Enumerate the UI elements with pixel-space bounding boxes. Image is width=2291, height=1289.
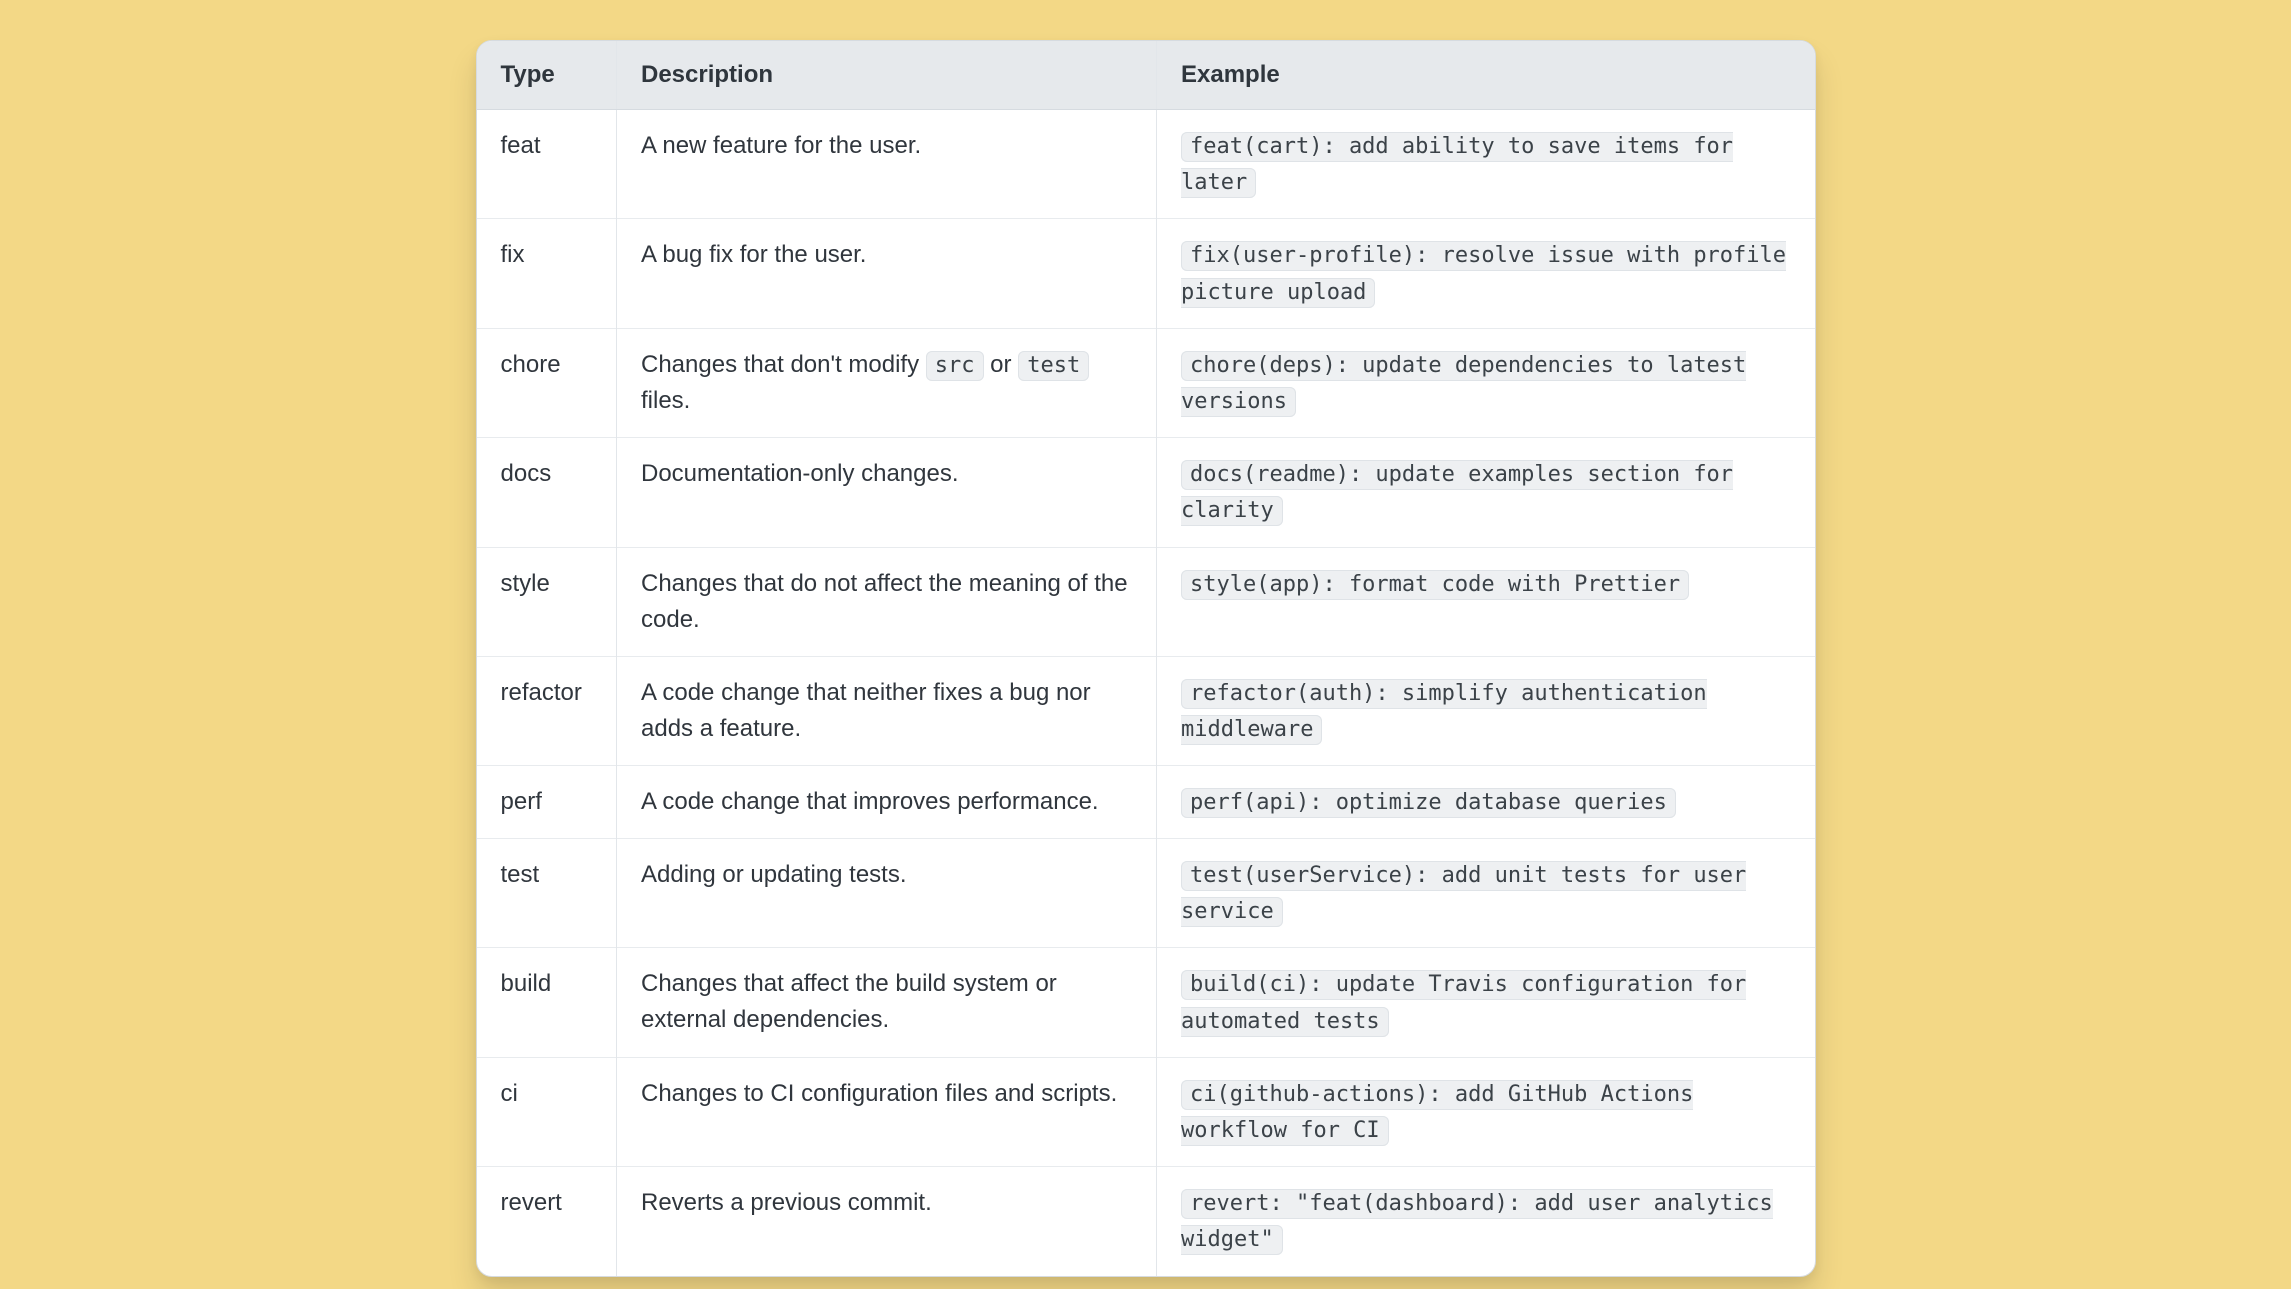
table-row: fix A bug fix for the user. fix(user-profi… xyxy=(477,219,1815,328)
header-example: Example xyxy=(1157,41,1815,110)
description-text: Changes that do not affect the meaning o… xyxy=(641,570,1128,633)
table-header-row: Type Description Example xyxy=(477,41,1815,110)
table-row: refactor A code change that neither fixes… xyxy=(477,656,1815,765)
description-fragment: Changes that affect the build system or … xyxy=(641,970,1057,1033)
example-code: feat(cart): add ability to save items fo… xyxy=(1181,132,1733,198)
description-fragment: Documentation-only changes. xyxy=(641,460,959,487)
inline-code: test xyxy=(1018,351,1089,381)
cell-type: docs xyxy=(477,438,617,547)
cell-description: A code change that improves performance. xyxy=(617,765,1157,838)
description-fragment: or xyxy=(984,351,1019,378)
cell-example: revert: "feat(dashboard): add user analy… xyxy=(1157,1167,1815,1276)
cell-example: test(userService): add unit tests for us… xyxy=(1157,839,1815,948)
example-code: ci(github-actions): add GitHub Actions w… xyxy=(1181,1080,1693,1146)
table-row: ci Changes to CI configuration files and … xyxy=(477,1057,1815,1166)
example-code: fix(user-profile): resolve issue with pr… xyxy=(1181,241,1786,307)
example-code: refactor(auth): simplify authentication … xyxy=(1181,679,1707,745)
table-row: perf A code change that improves performa… xyxy=(477,765,1815,838)
table-row: feat A new feature for the user. feat(cart… xyxy=(477,110,1815,219)
cell-description: Changes that don't modify src or test fi… xyxy=(617,328,1157,437)
description-fragment: A bug fix for the user. xyxy=(641,241,866,268)
description-fragment: A code change that improves performance. xyxy=(641,788,1099,815)
table-row: build Changes that affect the build syste… xyxy=(477,948,1815,1057)
table-row: chore Changes that don't modify src or te… xyxy=(477,328,1815,437)
commit-types-table: Type Description Example feat A new featu… xyxy=(477,41,1815,1276)
header-description: Description xyxy=(617,41,1157,110)
description-text: A bug fix for the user. xyxy=(641,241,866,268)
description-text: Changes that don't modify src or test fi… xyxy=(641,351,1089,414)
example-code: build(ci): update Travis configuration f… xyxy=(1181,970,1746,1036)
cell-example: build(ci): update Travis configuration f… xyxy=(1157,948,1815,1057)
cell-type: fix xyxy=(477,219,617,328)
description-fragment: A new feature for the user. xyxy=(641,132,921,159)
cell-example: docs(readme): update examples section fo… xyxy=(1157,438,1815,547)
description-text: A new feature for the user. xyxy=(641,132,921,159)
cell-type: revert xyxy=(477,1167,617,1276)
description-fragment: Changes that do not affect the meaning o… xyxy=(641,570,1128,633)
cell-type: chore xyxy=(477,328,617,437)
example-code: perf(api): optimize database queries xyxy=(1181,788,1676,818)
description-text: Changes to CI configuration files and sc… xyxy=(641,1080,1117,1107)
description-text: A code change that neither fixes a bug n… xyxy=(641,679,1091,742)
description-fragment: Changes that don't modify xyxy=(641,351,926,378)
cell-description: Reverts a previous commit. xyxy=(617,1167,1157,1276)
cell-description: Documentation-only changes. xyxy=(617,438,1157,547)
table-row: docs Documentation-only changes. docs(read… xyxy=(477,438,1815,547)
cell-example: perf(api): optimize database queries xyxy=(1157,765,1815,838)
description-text: Adding or updating tests. xyxy=(641,861,907,888)
cell-example: ci(github-actions): add GitHub Actions w… xyxy=(1157,1057,1815,1166)
description-text: Reverts a previous commit. xyxy=(641,1189,932,1216)
description-fragment: Reverts a previous commit. xyxy=(641,1189,932,1216)
cell-example: feat(cart): add ability to save items fo… xyxy=(1157,110,1815,219)
description-fragment: files. xyxy=(641,387,690,414)
cell-type: feat xyxy=(477,110,617,219)
header-type: Type xyxy=(477,41,617,110)
description-fragment: Changes to CI configuration files and sc… xyxy=(641,1080,1117,1107)
table-row: revert Reverts a previous commit. revert: … xyxy=(477,1167,1815,1276)
cell-description: Changes that do not affect the meaning o… xyxy=(617,547,1157,656)
cell-type: ci xyxy=(477,1057,617,1166)
table-row: style Changes that do not affect the mean… xyxy=(477,547,1815,656)
cell-type: build xyxy=(477,948,617,1057)
cell-description: A code change that neither fixes a bug n… xyxy=(617,656,1157,765)
cell-type: refactor xyxy=(477,656,617,765)
example-code: revert: "feat(dashboard): add user analy… xyxy=(1181,1189,1773,1255)
example-code: style(app): format code with Prettier xyxy=(1181,570,1689,600)
cell-description: Adding or updating tests. xyxy=(617,839,1157,948)
example-code: docs(readme): update examples section fo… xyxy=(1181,460,1733,526)
table-row: test Adding or updating tests. test(userSe… xyxy=(477,839,1815,948)
cell-example: style(app): format code with Prettier xyxy=(1157,547,1815,656)
description-text: Documentation-only changes. xyxy=(641,460,959,487)
cell-type: style xyxy=(477,547,617,656)
cell-example: refactor(auth): simplify authentication … xyxy=(1157,656,1815,765)
description-text: Changes that affect the build system or … xyxy=(641,970,1057,1033)
description-fragment: Adding or updating tests. xyxy=(641,861,907,888)
description-text: A code change that improves performance. xyxy=(641,788,1099,815)
cell-example: chore(deps): update dependencies to late… xyxy=(1157,328,1815,437)
cell-example: fix(user-profile): resolve issue with pr… xyxy=(1157,219,1815,328)
cell-description: A new feature for the user. xyxy=(617,110,1157,219)
example-code: test(userService): add unit tests for us… xyxy=(1181,861,1746,927)
cell-type: perf xyxy=(477,765,617,838)
inline-code: src xyxy=(926,351,984,381)
table-body: feat A new feature for the user. feat(cart… xyxy=(477,110,1815,1276)
example-code: chore(deps): update dependencies to late… xyxy=(1181,351,1746,417)
commit-types-table-card: Type Description Example feat A new featu… xyxy=(476,40,1816,1277)
cell-type: test xyxy=(477,839,617,948)
description-fragment: A code change that neither fixes a bug n… xyxy=(641,679,1091,742)
cell-description: A bug fix for the user. xyxy=(617,219,1157,328)
cell-description: Changes that affect the build system or … xyxy=(617,948,1157,1057)
cell-description: Changes to CI configuration files and sc… xyxy=(617,1057,1157,1166)
